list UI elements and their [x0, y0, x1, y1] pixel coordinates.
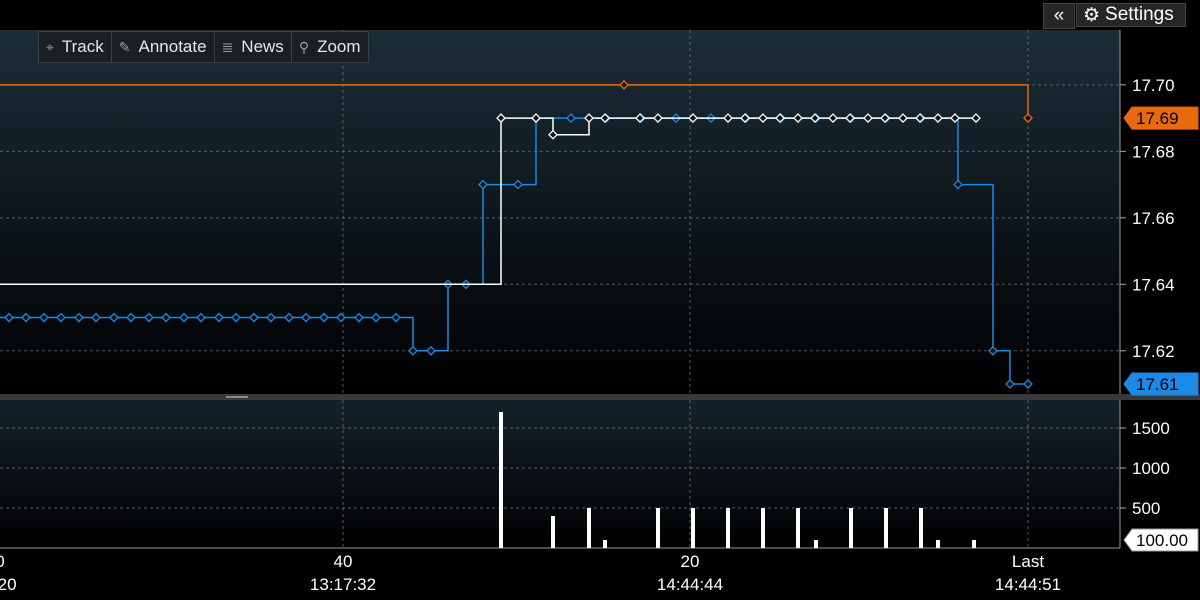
news-button[interactable]: ≣ News: [215, 32, 292, 62]
settings-button[interactable]: ⚙ Settings: [1076, 3, 1186, 27]
zoom-label: Zoom: [317, 37, 361, 56]
news-label: News: [241, 37, 284, 56]
x-tick-label-top: 20: [681, 552, 700, 571]
gear-icon: ⚙: [1083, 4, 1101, 26]
settings-label: Settings: [1105, 4, 1174, 25]
x-tick-label-bottom: 13:17:32: [310, 575, 376, 594]
track-button[interactable]: ⌖ Track: [39, 32, 112, 62]
price-tick-label: 17.70: [1132, 76, 1175, 95]
last-value-label: 17.69: [1136, 109, 1179, 128]
x-tick-label-top: 0: [0, 552, 5, 571]
volume-bar[interactable]: [726, 508, 730, 548]
volume-tick-label: 500: [1132, 499, 1160, 518]
volume-bar[interactable]: [603, 540, 607, 548]
volume-bar[interactable]: [814, 540, 818, 548]
annotate-label: Annotate: [138, 37, 207, 56]
volume-panel-bg: [0, 400, 1120, 548]
volume-bar[interactable]: [919, 508, 923, 548]
x-tick-label-bottom: 7:20: [0, 575, 17, 594]
volume-bar[interactable]: [691, 508, 695, 548]
pencil-icon: ✎: [118, 38, 131, 55]
crosshair-icon: ⌖: [46, 38, 54, 55]
zoom-button[interactable]: ⚲ Zoom: [292, 32, 368, 62]
divider-handle[interactable]: [226, 396, 248, 398]
x-tick-label-top: Last: [1012, 552, 1044, 571]
volume-bar[interactable]: [761, 508, 765, 548]
last-value-label: 17.61: [1136, 375, 1179, 394]
x-tick-label-top: 40: [334, 552, 353, 571]
news-icon: ≣: [221, 38, 234, 55]
volume-bar[interactable]: [884, 508, 888, 548]
volume-bar[interactable]: [796, 508, 800, 548]
chart-toolbar: ⌖ Track ✎ Annotate ≣ News ⚲ Zoom: [38, 31, 369, 63]
annotate-button[interactable]: ✎ Annotate: [112, 32, 215, 62]
volume-bar[interactable]: [936, 540, 940, 548]
x-tick-label-bottom: 14:44:44: [657, 575, 723, 594]
volume-bar[interactable]: [849, 508, 853, 548]
volume-bar[interactable]: [972, 540, 976, 548]
volume-bar[interactable]: [656, 508, 660, 548]
track-label: Track: [61, 37, 104, 56]
price-tick-label: 17.68: [1132, 142, 1175, 161]
chart-window: « ⚙ Settings 17.70 17.68 17.66 17.64 17.62 15…: [0, 0, 1200, 600]
double-chevron-left-icon[interactable]: «: [1043, 3, 1075, 29]
x-tick-label-bottom: 14:44:51: [995, 575, 1061, 594]
price-tick-label: 17.62: [1132, 342, 1175, 361]
volume-tick-label: 1000: [1132, 459, 1170, 478]
price-volume-chart[interactable]: 17.70 17.68 17.66 17.64 17.62 1500 1000 500 0 7:2…: [0, 30, 1200, 600]
volume-bar[interactable]: [551, 516, 555, 548]
price-tick-label: 17.64: [1132, 275, 1175, 294]
top-bar: « ⚙ Settings: [0, 0, 1200, 30]
volume-bar[interactable]: [587, 508, 591, 548]
price-tick-label: 17.66: [1132, 209, 1175, 228]
magnifier-icon: ⚲: [298, 38, 310, 55]
volume-tick-label: 1500: [1132, 419, 1170, 438]
last-value-label: 100.00: [1136, 531, 1188, 550]
volume-bar[interactable]: [499, 412, 503, 548]
panel-divider[interactable]: [0, 394, 1200, 400]
